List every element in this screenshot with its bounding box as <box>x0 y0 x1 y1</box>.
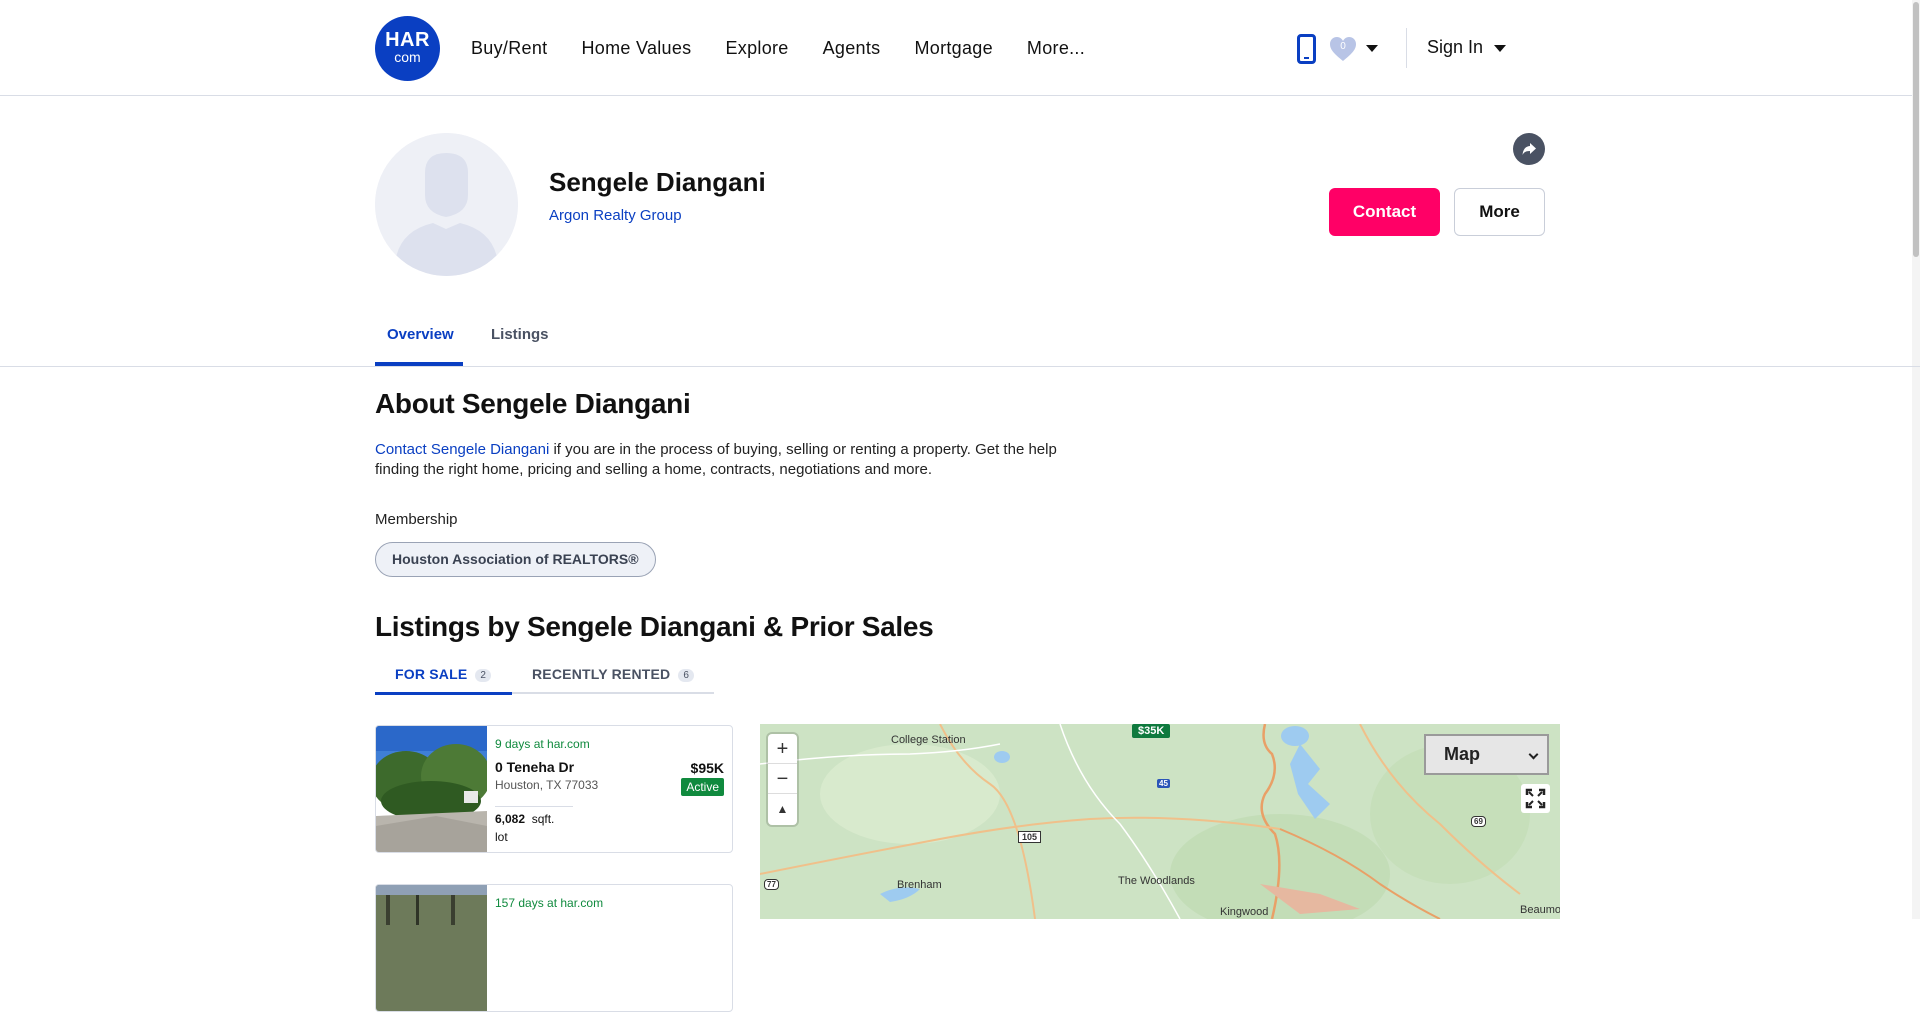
favorites-dropdown-icon[interactable] <box>1366 45 1378 52</box>
listings-tabs: FOR SALE 2 RECENTLY RENTED 6 <box>375 660 714 695</box>
har-logo[interactable]: HAR com <box>375 16 440 81</box>
listing-price: $95K <box>690 760 724 776</box>
nav-agents[interactable]: Agents <box>823 38 881 59</box>
nav-more[interactable]: More... <box>1027 38 1085 59</box>
listing-city: Houston, TX 77033 <box>495 778 599 792</box>
logo-text-top: HAR <box>385 29 430 51</box>
scrollbar-thumb[interactable] <box>1913 2 1919 257</box>
sign-in-dropdown-icon[interactable] <box>1494 45 1506 52</box>
favorites-count: 0 <box>1340 41 1346 52</box>
listing-days-on-market: 157 days at har.com <box>495 896 604 910</box>
map-price-marker[interactable]: $35K <box>1132 724 1171 738</box>
main-nav: Buy/Rent Home Values Explore Agents Mort… <box>471 38 1119 59</box>
fullscreen-icon <box>1525 788 1546 809</box>
listings-active-tab-indicator <box>375 692 512 695</box>
tab-for-sale-label: FOR SALE <box>395 666 468 682</box>
listing-card[interactable]: 157 days at har.com <box>375 884 733 1012</box>
site-header: HAR com Buy/Rent Home Values Explore Age… <box>0 0 1920 96</box>
contact-agent-link[interactable]: Contact Sengele Diangani <box>375 441 549 458</box>
map-label-beaumont: Beaumo <box>1520 904 1560 916</box>
compass-reset-button[interactable]: ▲ <box>768 794 797 824</box>
highway-shield-77: 77 <box>764 879 779 890</box>
map-label-college-station: College Station <box>891 734 966 746</box>
tab-for-sale-count: 2 <box>475 668 492 682</box>
tab-listings[interactable]: Listings <box>491 326 549 343</box>
logo-text-bottom: com <box>394 49 421 65</box>
listing-lot-size: 6,082 sqft. lot <box>495 810 554 846</box>
nav-explore[interactable]: Explore <box>725 38 788 59</box>
highway-shield-69: 69 <box>1471 816 1486 827</box>
about-heading: About Sengele Diangani <box>375 388 691 419</box>
contact-button[interactable]: Contact <box>1329 188 1440 236</box>
map-label-the-woodlands: The Woodlands <box>1118 875 1195 887</box>
lot-size-value: 6,082 <box>495 812 526 826</box>
membership-label: Membership <box>375 511 458 528</box>
lot-label: lot <box>495 830 508 844</box>
listing-address[interactable]: 0 Teneha Dr <box>495 759 574 775</box>
listing-card[interactable]: 9 days at har.com 0 Teneha Dr Houston, T… <box>375 725 733 853</box>
nav-mortgage[interactable]: Mortgage <box>914 38 992 59</box>
listings-map[interactable]: $35K College Station Brenham The Woodlan… <box>760 724 1560 919</box>
listing-status-badge: Active <box>681 778 724 796</box>
listing-photo[interactable] <box>376 726 487 852</box>
membership-badge[interactable]: Houston Association of REALTORS® <box>375 542 656 577</box>
header-divider <box>1406 28 1407 68</box>
lot-size-unit: sqft. <box>531 812 555 826</box>
zoom-out-button[interactable]: − <box>768 764 797 794</box>
map-type-select[interactable]: Map <box>1424 734 1549 775</box>
tab-for-sale[interactable]: FOR SALE 2 <box>395 666 492 682</box>
listing-divider <box>495 806 573 807</box>
agent-avatar <box>375 133 518 276</box>
nav-home-values[interactable]: Home Values <box>581 38 691 59</box>
nav-buy-rent[interactable]: Buy/Rent <box>471 38 547 59</box>
listing-days-on-market: 9 days at har.com <box>495 737 590 751</box>
about-description: Contact Sengele Diangani if you are in t… <box>375 440 1075 480</box>
mobile-app-icon[interactable] <box>1297 34 1316 64</box>
chevron-down-icon <box>1528 749 1539 760</box>
share-button[interactable] <box>1513 133 1545 165</box>
highway-shield-105: 105 <box>1018 831 1042 843</box>
active-tab-indicator <box>375 362 463 366</box>
more-button[interactable]: More <box>1454 188 1545 236</box>
agent-name: Sengele Diangani <box>549 167 766 197</box>
profile-tabs: Overview Listings <box>0 310 1920 367</box>
tab-recently-rented-count: 6 <box>678 668 695 682</box>
map-label-brenham: Brenham <box>897 879 942 891</box>
map-label-kingwood: Kingwood <box>1220 906 1269 918</box>
tab-recently-rented[interactable]: RECENTLY RENTED 6 <box>532 666 695 682</box>
fullscreen-button[interactable] <box>1521 784 1550 813</box>
zoom-in-button[interactable]: + <box>768 734 797 764</box>
page-scrollbar[interactable] <box>1912 0 1920 919</box>
share-arrow-icon <box>1522 143 1536 155</box>
listings-heading: Listings by Sengele Diangani & Prior Sal… <box>375 611 934 642</box>
highway-shield-45: 45 <box>1157 779 1170 788</box>
map-type-value: Map <box>1444 744 1480 764</box>
tab-recently-rented-label: RECENTLY RENTED <box>532 666 671 682</box>
tab-overview[interactable]: Overview <box>387 326 454 343</box>
avatar-silhouette-icon <box>375 133 518 276</box>
map-zoom-control: + − ▲ <box>768 734 797 825</box>
agent-company-link[interactable]: Argon Realty Group <box>549 207 682 224</box>
sign-in-button[interactable]: Sign In <box>1427 37 1483 58</box>
listing-photo[interactable] <box>376 885 487 1011</box>
